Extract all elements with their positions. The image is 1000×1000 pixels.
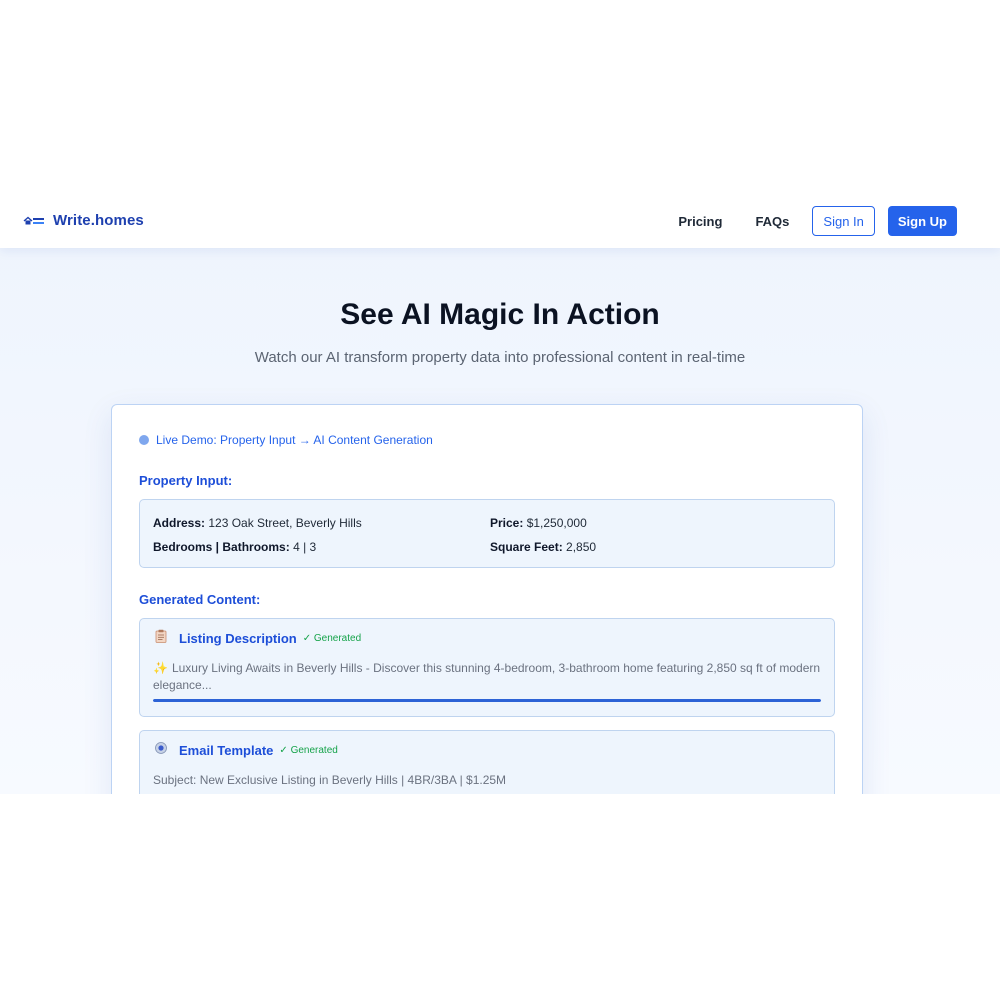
property-address: Address: 123 Oak Street, Beverly Hills (153, 516, 362, 530)
listing-generated-badge: ✓ Generated (302, 633, 362, 644)
email-template-title: Email Template (179, 743, 274, 758)
listing-description-card: Listing Description ✓ Generated ✨ Luxury … (139, 618, 835, 717)
address-label: Address: (153, 516, 206, 530)
hero-title: See AI Magic In Action (340, 298, 660, 331)
email-template-header: Email Template ✓ Generated (154, 741, 338, 758)
clipboard-icon (154, 629, 168, 643)
sign-in-button[interactable]: Sign In (812, 206, 875, 236)
brand[interactable]: Write.homes (23, 193, 144, 248)
property-sqft: Square Feet: 2,850 (490, 540, 596, 554)
bedbath-value: 4 | 3 (293, 540, 317, 554)
generation-progress-fill (153, 699, 821, 702)
listing-description-text: ✨ Luxury Living Awaits in Beverly Hills -… (153, 660, 823, 694)
email-icon (154, 741, 168, 755)
nav-pricing-link[interactable]: Pricing (678, 214, 722, 229)
price-value: $1,250,000 (526, 516, 587, 530)
hero-subtitle: Watch our AI transform property data int… (254, 349, 746, 366)
bedbath-label: Bedrooms | Bathrooms: (153, 540, 290, 554)
email-generated-badge: ✓ Generated (279, 745, 338, 756)
logo-icon (23, 215, 45, 227)
live-dot-icon (139, 435, 149, 445)
demo-card: Live Demo: Property Input → AI Content G… (111, 404, 863, 794)
address-value: 123 Oak Street, Beverly Hills (208, 516, 362, 530)
sign-up-button[interactable]: Sign Up (887, 206, 957, 236)
email-template-subject: Subject: New Exclusive Listing in Beverl… (153, 773, 507, 787)
brand-name: Write.homes (53, 212, 144, 229)
property-price: Price: $1,250,000 (490, 516, 587, 530)
email-template-card: Email Template ✓ Generated Subject: New … (139, 730, 835, 794)
price-label: Price: (490, 516, 524, 530)
live-demo-label: Live Demo: Property Input → AI Content G… (156, 433, 433, 447)
property-input-box: Address: 123 Oak Street, Beverly Hills B… (139, 499, 835, 568)
nav-faqs-link[interactable]: FAQs (755, 214, 789, 229)
sparkle-icon: ✨ (153, 661, 168, 675)
generated-content-heading: Generated Content: (139, 592, 261, 607)
live-demo-indicator: Live Demo: Property Input → AI Content G… (139, 433, 433, 447)
sqft-value: 2,850 (566, 540, 597, 554)
property-bedbath: Bedrooms | Bathrooms: 4 | 3 (153, 540, 316, 554)
sqft-label: Square Feet: (490, 540, 563, 554)
generation-progress-bar (153, 699, 821, 702)
main-nav: Pricing FAQs Sign In Sign Up (678, 206, 957, 236)
listing-description-title: Listing Description (179, 631, 297, 646)
top-navbar: Write.homes Pricing FAQs Sign In Sign Up (0, 193, 1000, 248)
property-input-heading: Property Input: (139, 473, 233, 488)
listing-description-header: Listing Description ✓ Generated (154, 629, 362, 646)
page-frame: Write.homes Pricing FAQs Sign In Sign Up… (0, 193, 1000, 794)
listing-description-body: Luxury Living Awaits in Beverly Hills - … (153, 661, 821, 692)
